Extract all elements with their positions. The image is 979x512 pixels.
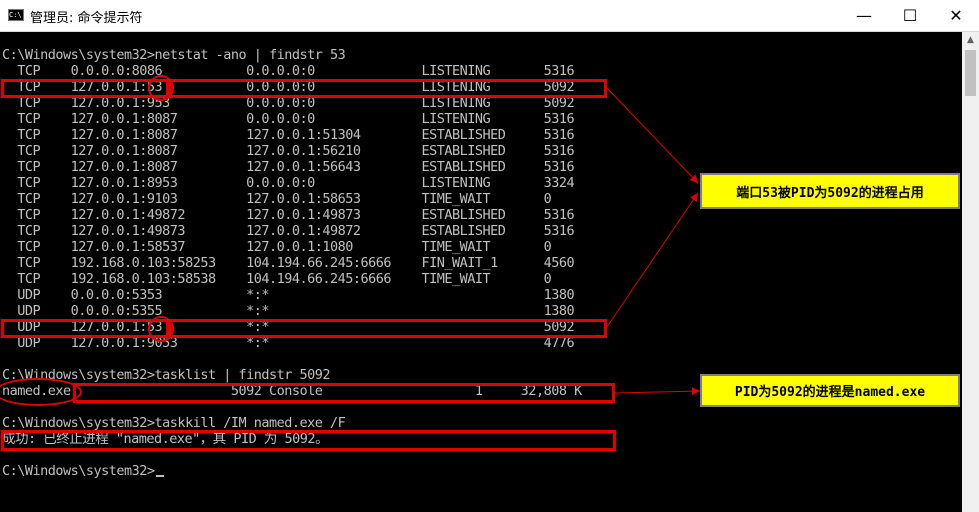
arrow-tasklist-to-callout xyxy=(614,387,701,396)
callout-port-occupied: 端口53被PID为5092的进程占用 xyxy=(700,173,960,209)
arrow-tcp-to-callout xyxy=(606,87,699,184)
callout-process-name: PID为5092的进程是named.exe xyxy=(700,374,960,407)
annotation-arrows xyxy=(606,87,701,396)
arrow-udp-to-callout xyxy=(606,192,699,328)
